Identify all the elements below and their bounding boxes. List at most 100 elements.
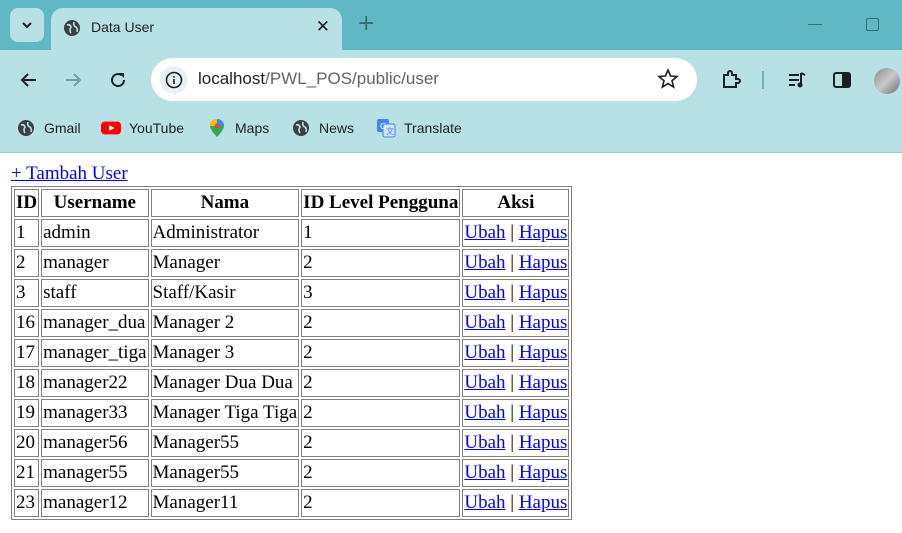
side-panel-button[interactable] [830,68,854,92]
delete-user-link[interactable]: Hapus [519,402,568,423]
table-row: 19 manager33 Manager Tiga Tiga 2 Ubah | Hapu… [14,399,570,427]
column-header-level: ID Level Pengguna [301,189,461,217]
table-row: 17 manager_tiga Manager 3 2 Ubah | Hapus [14,339,570,367]
action-separator: | [510,492,515,513]
profile-avatar[interactable] [874,68,900,94]
address-bar[interactable]: localhost/PWL_POS/public/user [151,58,697,101]
cell-username: manager [41,249,149,277]
translate-icon: G文 [376,118,396,138]
tab-search-button[interactable] [10,8,44,42]
cell-actions: Ubah | Hapus [462,219,570,247]
site-info-button[interactable] [160,66,188,94]
edit-user-link[interactable]: Ubah [464,282,505,303]
cell-username: manager12 [41,489,149,517]
add-user-link[interactable]: + Tambah User [11,163,128,185]
cell-actions: Ubah | Hapus [462,459,570,487]
edit-user-link[interactable]: Ubah [464,462,505,483]
action-separator: | [510,462,515,483]
delete-user-link[interactable]: Hapus [519,222,568,243]
browser-toolbar: localhost/PWL_POS/public/user [0,50,902,110]
cell-actions: Ubah | Hapus [462,429,570,457]
edit-user-link[interactable]: Ubah [464,222,505,243]
svg-text:文: 文 [386,126,394,136]
cell-nama: Manager55 [150,459,300,487]
edit-user-link[interactable]: Ubah [464,402,505,423]
table-row: 1 admin Administrator 1 Ubah | Hapus [14,219,570,247]
cell-level: 2 [301,369,461,397]
cell-id: 21 [14,459,40,487]
table-row: 18 manager22 Manager Dua Dua 2 Ubah | Hapus [14,369,570,397]
delete-user-link[interactable]: Hapus [519,252,568,273]
cell-level: 3 [301,279,461,307]
new-tab-button[interactable]: + [357,11,375,37]
cell-username: manager33 [41,399,149,427]
extensions-button[interactable] [719,68,743,92]
globe-icon [16,118,36,138]
cell-nama: Manager 3 [150,339,300,367]
bookmark-news[interactable]: News [291,118,354,138]
cell-username: admin [41,219,149,247]
edit-user-link[interactable]: Ubah [464,492,505,513]
delete-user-link[interactable]: Hapus [519,342,568,363]
media-button[interactable] [785,68,809,92]
cell-nama: Manager55 [150,429,300,457]
action-separator: | [510,252,515,273]
cell-nama: Manager Dua Dua [150,369,300,397]
table-row: 20 manager56 Manager55 2 Ubah | Hapus [14,429,570,457]
delete-user-link[interactable]: Hapus [519,372,568,393]
tab-close-icon[interactable]: ✕ [316,17,330,37]
edit-user-link[interactable]: Ubah [464,432,505,453]
action-separator: | [510,432,515,453]
cell-nama: Manager [150,249,300,277]
action-separator: | [510,402,515,423]
cell-level: 2 [301,399,461,427]
cell-username: manager22 [41,369,149,397]
cell-level: 1 [301,219,461,247]
cell-actions: Ubah | Hapus [462,489,570,517]
table-row: 16 manager_dua Manager 2 2 Ubah | Hapus [14,309,570,337]
column-header-username: Username [41,189,149,217]
active-tab[interactable]: Data User ✕ [51,8,342,50]
delete-user-link[interactable]: Hapus [519,432,568,453]
edit-user-link[interactable]: Ubah [464,252,505,273]
table-row: 21 manager55 Manager55 2 Ubah | Hapus [14,459,570,487]
cell-id: 16 [14,309,40,337]
cell-nama: Administrator [150,219,300,247]
cell-id: 19 [14,399,40,427]
delete-user-link[interactable]: Hapus [519,462,568,483]
cell-nama: Manager 2 [150,309,300,337]
edit-user-link[interactable]: Ubah [464,312,505,333]
edit-user-link[interactable]: Ubah [464,342,505,363]
globe-icon [64,20,80,36]
cell-actions: Ubah | Hapus [462,249,570,277]
tab-title: Data User [91,19,155,35]
bookmark-label: YouTube [129,120,185,136]
action-separator: | [510,222,515,243]
minimize-icon[interactable] [808,24,822,25]
table-row: 2 manager Manager 2 Ubah | Hapus [14,249,570,277]
back-button[interactable] [17,68,41,92]
delete-user-link[interactable]: Hapus [519,282,568,303]
bookmark-gmail[interactable]: Gmail [16,118,81,138]
action-separator: | [510,372,515,393]
maximize-icon[interactable] [866,18,879,31]
column-header-id: ID [14,189,40,217]
bookmark-youtube[interactable]: YouTube [101,118,184,138]
bookmark-maps[interactable]: Maps [207,118,269,138]
cell-level: 2 [301,339,461,367]
forward-button[interactable] [61,68,85,92]
cell-id: 23 [14,489,40,517]
action-separator: | [510,282,515,303]
bookmark-star-icon[interactable] [656,67,680,91]
reload-icon [111,73,126,88]
edit-user-link[interactable]: Ubah [464,372,505,393]
bookmark-translate[interactable]: G文 Translate [376,118,462,138]
cell-username: staff [41,279,149,307]
reload-button[interactable] [106,68,130,92]
cell-id: 2 [14,249,40,277]
cell-level: 2 [301,489,461,517]
bookmark-label: Maps [235,120,270,136]
delete-user-link[interactable]: Hapus [519,492,568,513]
url-host: localhost [198,69,266,88]
delete-user-link[interactable]: Hapus [519,312,568,333]
